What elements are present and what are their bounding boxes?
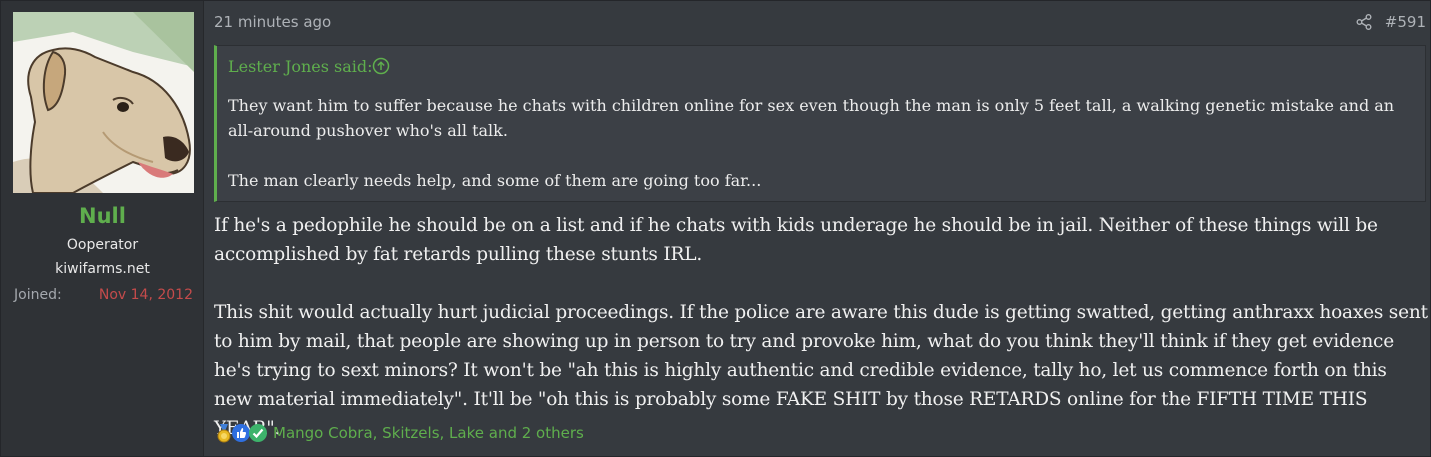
joined-date: Nov 14, 2012 (98, 287, 193, 303)
message-body: If he's a pedophile he should be on a li… (214, 211, 1428, 443)
post-timestamp[interactable]: 21 minutes ago (214, 13, 331, 31)
quote-body: They want him to suffer because he chats… (228, 93, 1408, 193)
share-icon[interactable] (1355, 13, 1373, 31)
user-title: Ooperator (66, 237, 139, 253)
quote-paragraph: The man clearly needs help, and some of … (228, 171, 762, 190)
avatar[interactable] (13, 12, 194, 193)
joined-label: Joined: (14, 287, 62, 303)
arrow-up-circle-icon[interactable] (372, 57, 390, 75)
message-paragraph: If he's a pedophile he should be on a li… (214, 215, 1378, 265)
quote-author[interactable]: Lester Jones said: (228, 57, 373, 76)
user-sidebar: Null Ooperator kiwifarms.net Joined: Nov… (1, 1, 204, 456)
dog-avatar-icon (13, 12, 194, 193)
post-number[interactable]: #591 (1385, 13, 1426, 31)
reactions-bar[interactable]: Mango Cobra, Skitzels, Lake and 2 others (214, 422, 584, 444)
post-main: 21 minutes ago #591 Lester Jones said: T… (214, 1, 1428, 457)
quote-block: Lester Jones said: They want him to suff… (214, 45, 1426, 202)
quote-paragraph: They want him to suffer because he chats… (228, 96, 1395, 140)
check-icon (249, 424, 267, 442)
reaction-users-link[interactable]: Mango Cobra, Skitzels, Lake and 2 others (273, 424, 584, 442)
post-container: Null Ooperator kiwifarms.net Joined: Nov… (0, 0, 1431, 457)
username[interactable]: Null (1, 204, 204, 228)
user-banner: kiwifarms.net (55, 261, 150, 277)
